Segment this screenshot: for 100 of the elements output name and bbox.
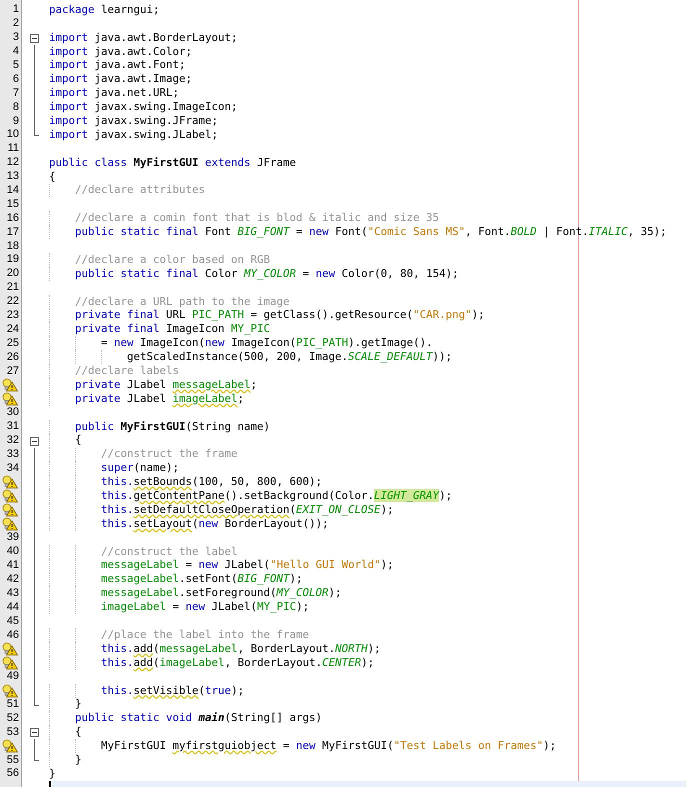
line-number: 19 (6, 254, 19, 266)
line-number: 2 (12, 18, 19, 30)
code-line: import javax.swing.JLabel; (49, 126, 218, 143)
lightbulb-warning-icon[interactable] (1, 392, 19, 406)
code-line: this.setBounds(100, 50, 800, 600); (100, 474, 322, 490)
code-line: //construct the label (100, 544, 238, 560)
line-number: 8 (12, 102, 19, 113)
line-number: 30 (6, 407, 19, 418)
line-number: 51 (6, 698, 19, 710)
line-number: 16 (6, 212, 19, 224)
lightbulb-warning-icon[interactable] (1, 503, 19, 518)
code-line: this.setDefaultCloseOperation(EXIT_ON_CLOSE); (100, 502, 394, 518)
line-number: 20 (6, 268, 19, 280)
lightbulb-warning-icon[interactable] (1, 475, 19, 490)
line-number: 26 (6, 352, 19, 363)
line-number: 27 (6, 366, 19, 377)
lightbulb-warning-icon[interactable] (1, 516, 19, 531)
line-number: 49 (6, 671, 19, 682)
line-number: 13 (6, 171, 19, 182)
code-line: this.add(imageLabel, BorderLayout.CENTER); (100, 654, 374, 671)
code-line: import java.awt.Color; (49, 44, 192, 60)
line-number: 42 (6, 574, 19, 585)
code-line: private final ImageIcon MY_PIC (74, 321, 270, 338)
code-line: } (49, 766, 56, 782)
line-number: 41 (6, 560, 19, 572)
code-line: getScaledInstance(500, 200, Image.SCALE_DEFAULT)); (126, 349, 452, 366)
line-number: 55 (6, 754, 19, 766)
code-line: private final URL PIC_PATH = getClass().getResource("CAR.png"); (74, 308, 485, 324)
code-line: import java.awt.Image; (49, 71, 192, 88)
line-number: 32 (6, 435, 19, 446)
code-line: super(name); (100, 460, 180, 476)
line-number: 33 (6, 448, 19, 460)
code-line: messageLabel = new JLabel("Hello GUI World"); (100, 557, 394, 574)
fold-toggle[interactable] (30, 728, 39, 738)
line-number: 17 (6, 226, 19, 238)
code-line: public static final Font BIG_FONT = new Font("Comic Sans MS", Font.BOLD | Font.ITALIC, 35); (74, 224, 667, 240)
code-line: import java.awt.BorderLayout; (49, 30, 238, 46)
code-line: this.setVisible(true); (100, 682, 244, 698)
line-number: 12 (6, 157, 19, 168)
lightbulb-warning-icon[interactable] (1, 489, 19, 504)
line-number: 43 (6, 588, 19, 599)
code-line: this.getContentPane().setBackground(Color.LIGHT_GRAY); (100, 488, 452, 504)
line-number: 56 (6, 768, 19, 780)
fold-toggle[interactable] (30, 436, 39, 446)
line-number: 45 (6, 616, 19, 627)
line-number: 14 (6, 185, 19, 196)
code-line: import javax.swing.JFrame; (49, 112, 218, 129)
code-line: //declare a comin font that is blod & italic and size 35 (74, 210, 440, 226)
line-number: 39 (6, 532, 19, 544)
code-line: } (74, 752, 82, 768)
line-number: 52 (6, 712, 19, 724)
line-number: 11 (8, 143, 19, 154)
code-line: imageLabel = new JLabel(MY_PIC); (100, 599, 310, 616)
code-line: public class MyFirstGUI extends JFrame (49, 154, 296, 171)
code-line: public static final Color MY_COLOR = new Color(0, 80, 154); (74, 266, 459, 282)
code-line: { (74, 724, 82, 740)
line-number: 34 (6, 462, 19, 474)
code-line: //construct the frame (100, 446, 238, 462)
lightbulb-warning-icon[interactable] (1, 378, 19, 392)
line-number: 31 (6, 421, 19, 432)
code-line: private JLabel imageLabel; (74, 390, 244, 407)
lightbulb-warning-icon[interactable] (1, 656, 19, 670)
line-number: 40 (6, 546, 19, 558)
code-line: //declare a color based on RGB (74, 252, 270, 268)
line-number: 6 (12, 74, 19, 85)
code-line: public static void main(String[] args) (74, 710, 322, 726)
line-number: 3 (12, 32, 19, 44)
code-line: //declare labels (74, 363, 180, 380)
code-line: package learngui; (49, 2, 160, 18)
code-line: public MyFirstGUI(String name) (74, 418, 270, 434)
line-number: 7 (12, 88, 19, 99)
line-number: 5 (12, 60, 19, 71)
code-line: import java.awt.Font; (49, 58, 186, 74)
line-number: 1 (12, 4, 19, 16)
code-line: //declare a URL path to the image (74, 294, 290, 310)
line-number: 46 (6, 630, 19, 641)
line-number: 15 (6, 198, 19, 210)
line-number: 4 (12, 46, 19, 58)
lightbulb-warning-icon[interactable] (1, 739, 19, 754)
line-number: 18 (6, 240, 19, 252)
code-line: import java.net.URL; (49, 85, 180, 102)
fold-toggle[interactable] (30, 34, 39, 43)
line-number: 22 (6, 296, 19, 308)
code-line: { (49, 168, 56, 185)
line-number: 10 (6, 129, 19, 140)
code-line: { (74, 432, 82, 448)
code-line: this.setLayout(new BorderLayout()); (100, 516, 329, 532)
lightbulb-warning-icon[interactable] (1, 642, 19, 656)
line-number: 24 (6, 324, 19, 335)
code-line: //place the label into the frame (100, 626, 310, 643)
code-line: //declare attributes (74, 182, 206, 198)
line-number: 9 (12, 116, 19, 127)
code-line: } (74, 696, 82, 712)
line-number: 21 (6, 282, 19, 294)
code-line: this.add(messageLabel, BorderLayout.NORTH); (100, 640, 381, 657)
code-line: messageLabel.setForeground(MY_COLOR); (100, 585, 342, 602)
lightbulb-warning-icon[interactable] (1, 684, 19, 698)
line-number: 44 (6, 602, 19, 613)
code-line: messageLabel.setFont(BIG_FONT); (100, 571, 303, 588)
line-number: 53 (6, 726, 19, 738)
